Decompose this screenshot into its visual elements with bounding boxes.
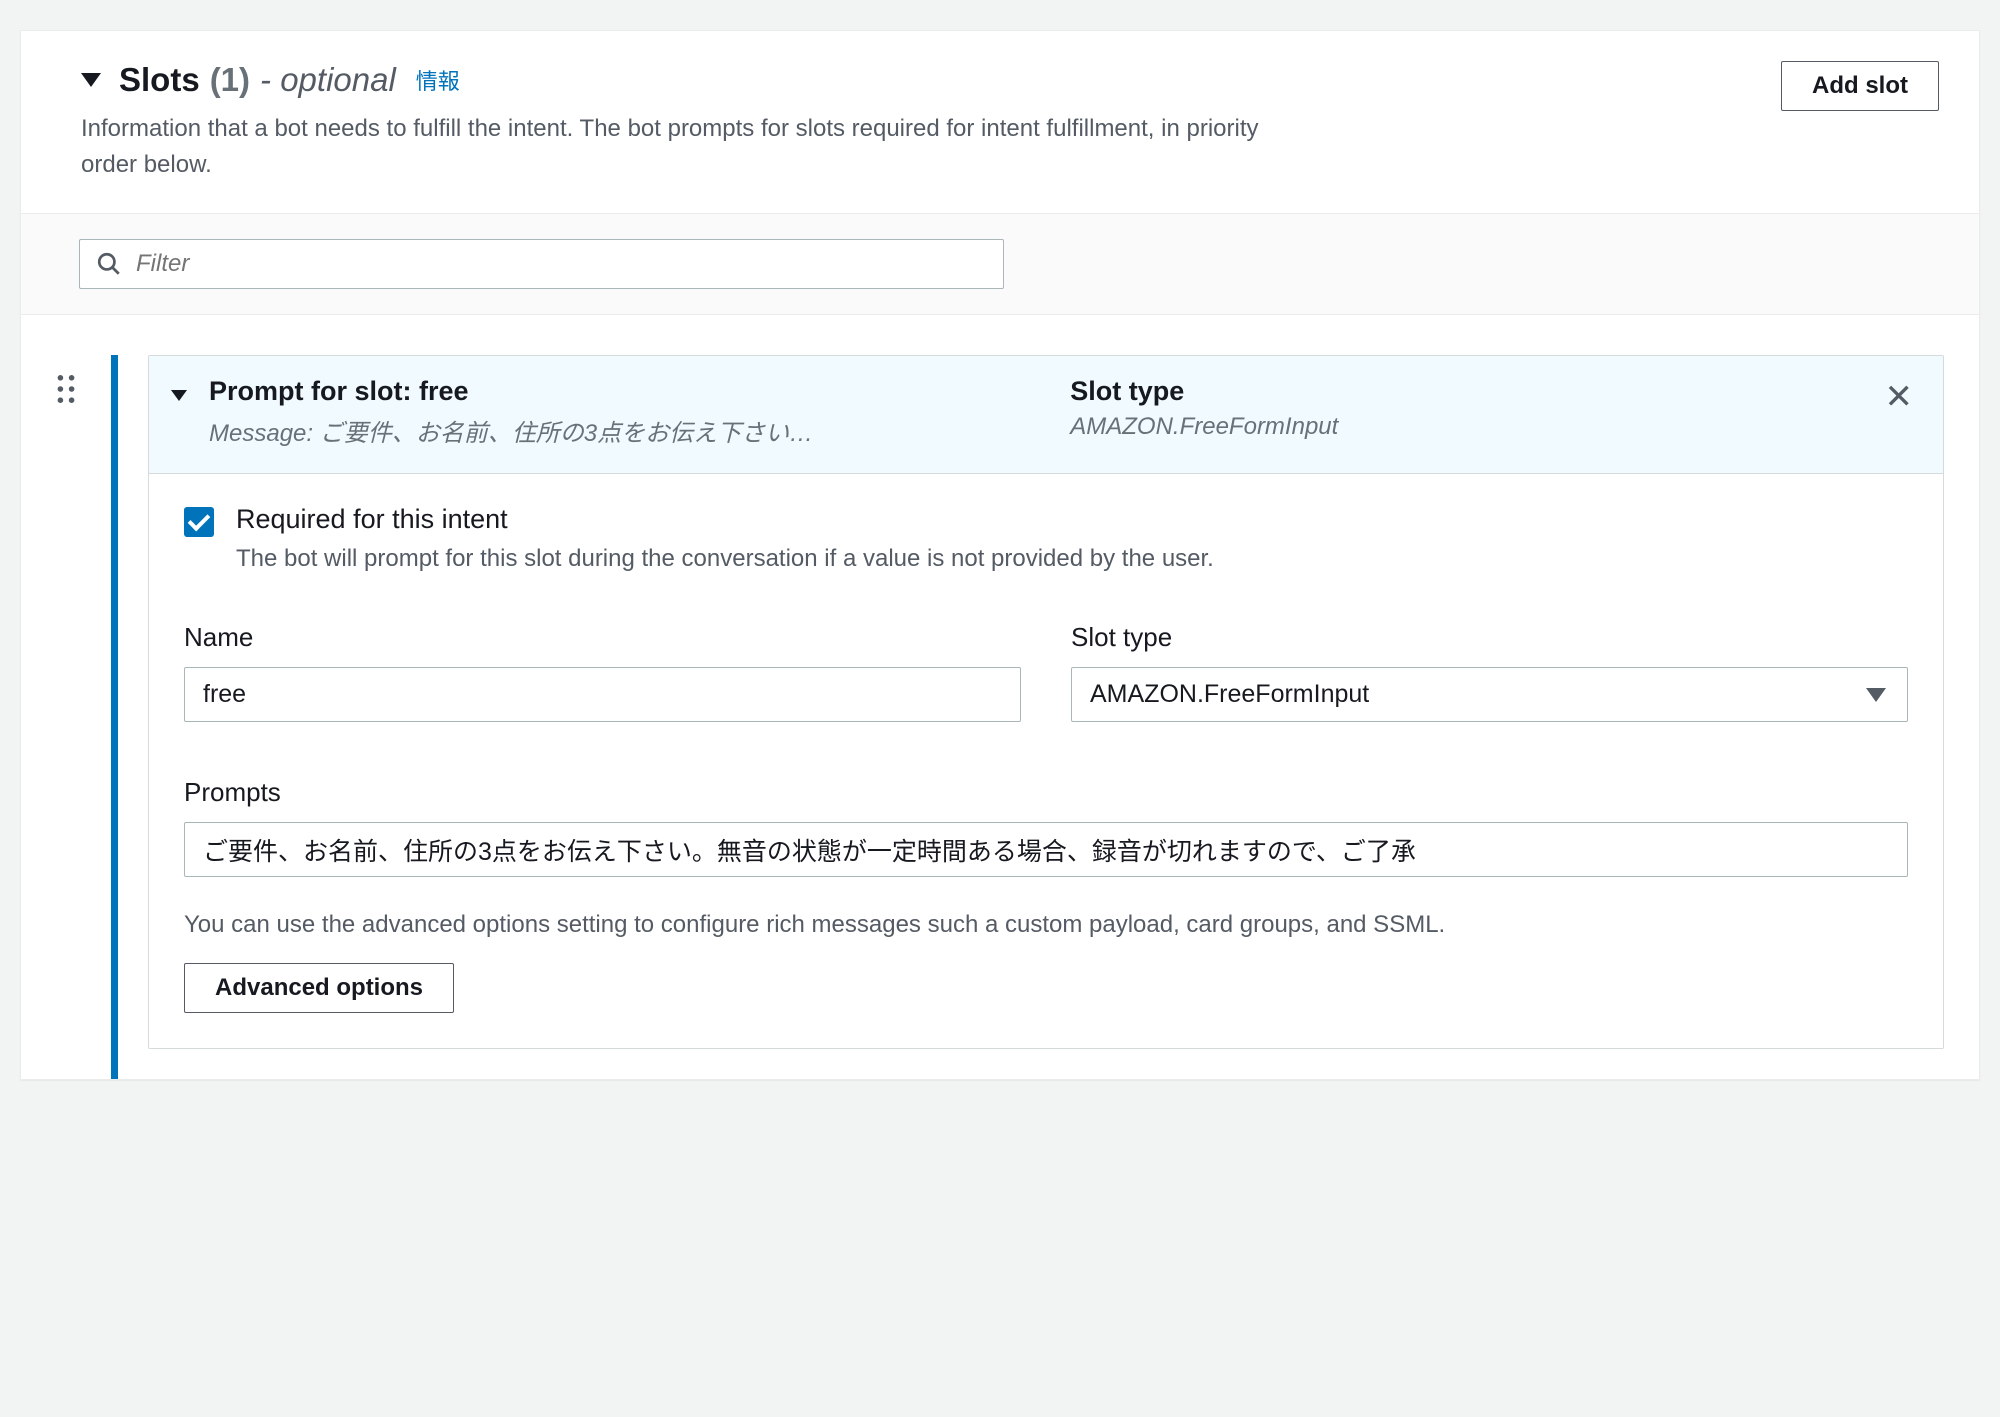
filter-input-wrap[interactable] [79, 239, 1004, 289]
required-checkbox[interactable] [184, 507, 214, 537]
active-indicator [111, 355, 118, 1079]
slot-collapse-caret-icon[interactable] [171, 390, 187, 401]
section-title: Slots [119, 61, 200, 99]
prompts-label: Prompts [184, 777, 1908, 808]
section-description: Information that a bot needs to fulfill … [81, 111, 1281, 183]
advanced-helper-text: You can use the advanced options setting… [184, 907, 1908, 943]
slot-card: Prompt for slot: free Message: ご要件、お名前、住… [148, 355, 1944, 1049]
advanced-options-button[interactable]: Advanced options [184, 963, 454, 1013]
slots-panel: Slots (1) - optional 情報 Information that… [20, 30, 1980, 1080]
slot-type-select[interactable] [1071, 667, 1908, 722]
name-field-label: Name [184, 622, 1021, 653]
add-slot-button[interactable]: Add slot [1781, 61, 1939, 111]
slot-type-label: Slot type [1070, 376, 1862, 407]
required-label: Required for this intent [236, 504, 1214, 535]
close-icon[interactable]: ✕ [1885, 376, 1914, 414]
name-input[interactable] [184, 667, 1021, 722]
slot-body: Required for this intent The bot will pr… [149, 474, 1943, 1048]
slot-header-title: Prompt for slot: free [209, 376, 1001, 407]
required-description: The bot will prompt for this slot during… [236, 541, 1214, 577]
slot-row: Prompt for slot: free Message: ご要件、お名前、住… [21, 315, 1979, 1079]
filter-bar [21, 214, 1979, 315]
filter-input[interactable] [136, 250, 987, 278]
slot-card-header: Prompt for slot: free Message: ご要件、お名前、住… [149, 356, 1943, 474]
search-icon [96, 251, 122, 277]
collapse-caret-icon[interactable] [81, 73, 101, 87]
slots-header: Slots (1) - optional 情報 Information that… [21, 31, 1979, 214]
section-optional: - optional [260, 61, 396, 99]
prompts-input[interactable] [184, 822, 1908, 877]
section-count: (1) [210, 61, 250, 99]
slot-header-message: Message: ご要件、お名前、住所の3点をお伝え下さい… [209, 413, 1001, 448]
drag-handle-icon[interactable] [57, 375, 75, 403]
slot-type-field-label: Slot type [1071, 622, 1908, 653]
info-link[interactable]: 情報 [416, 64, 460, 96]
slot-type-value: AMAZON.FreeFormInput [1070, 413, 1862, 441]
